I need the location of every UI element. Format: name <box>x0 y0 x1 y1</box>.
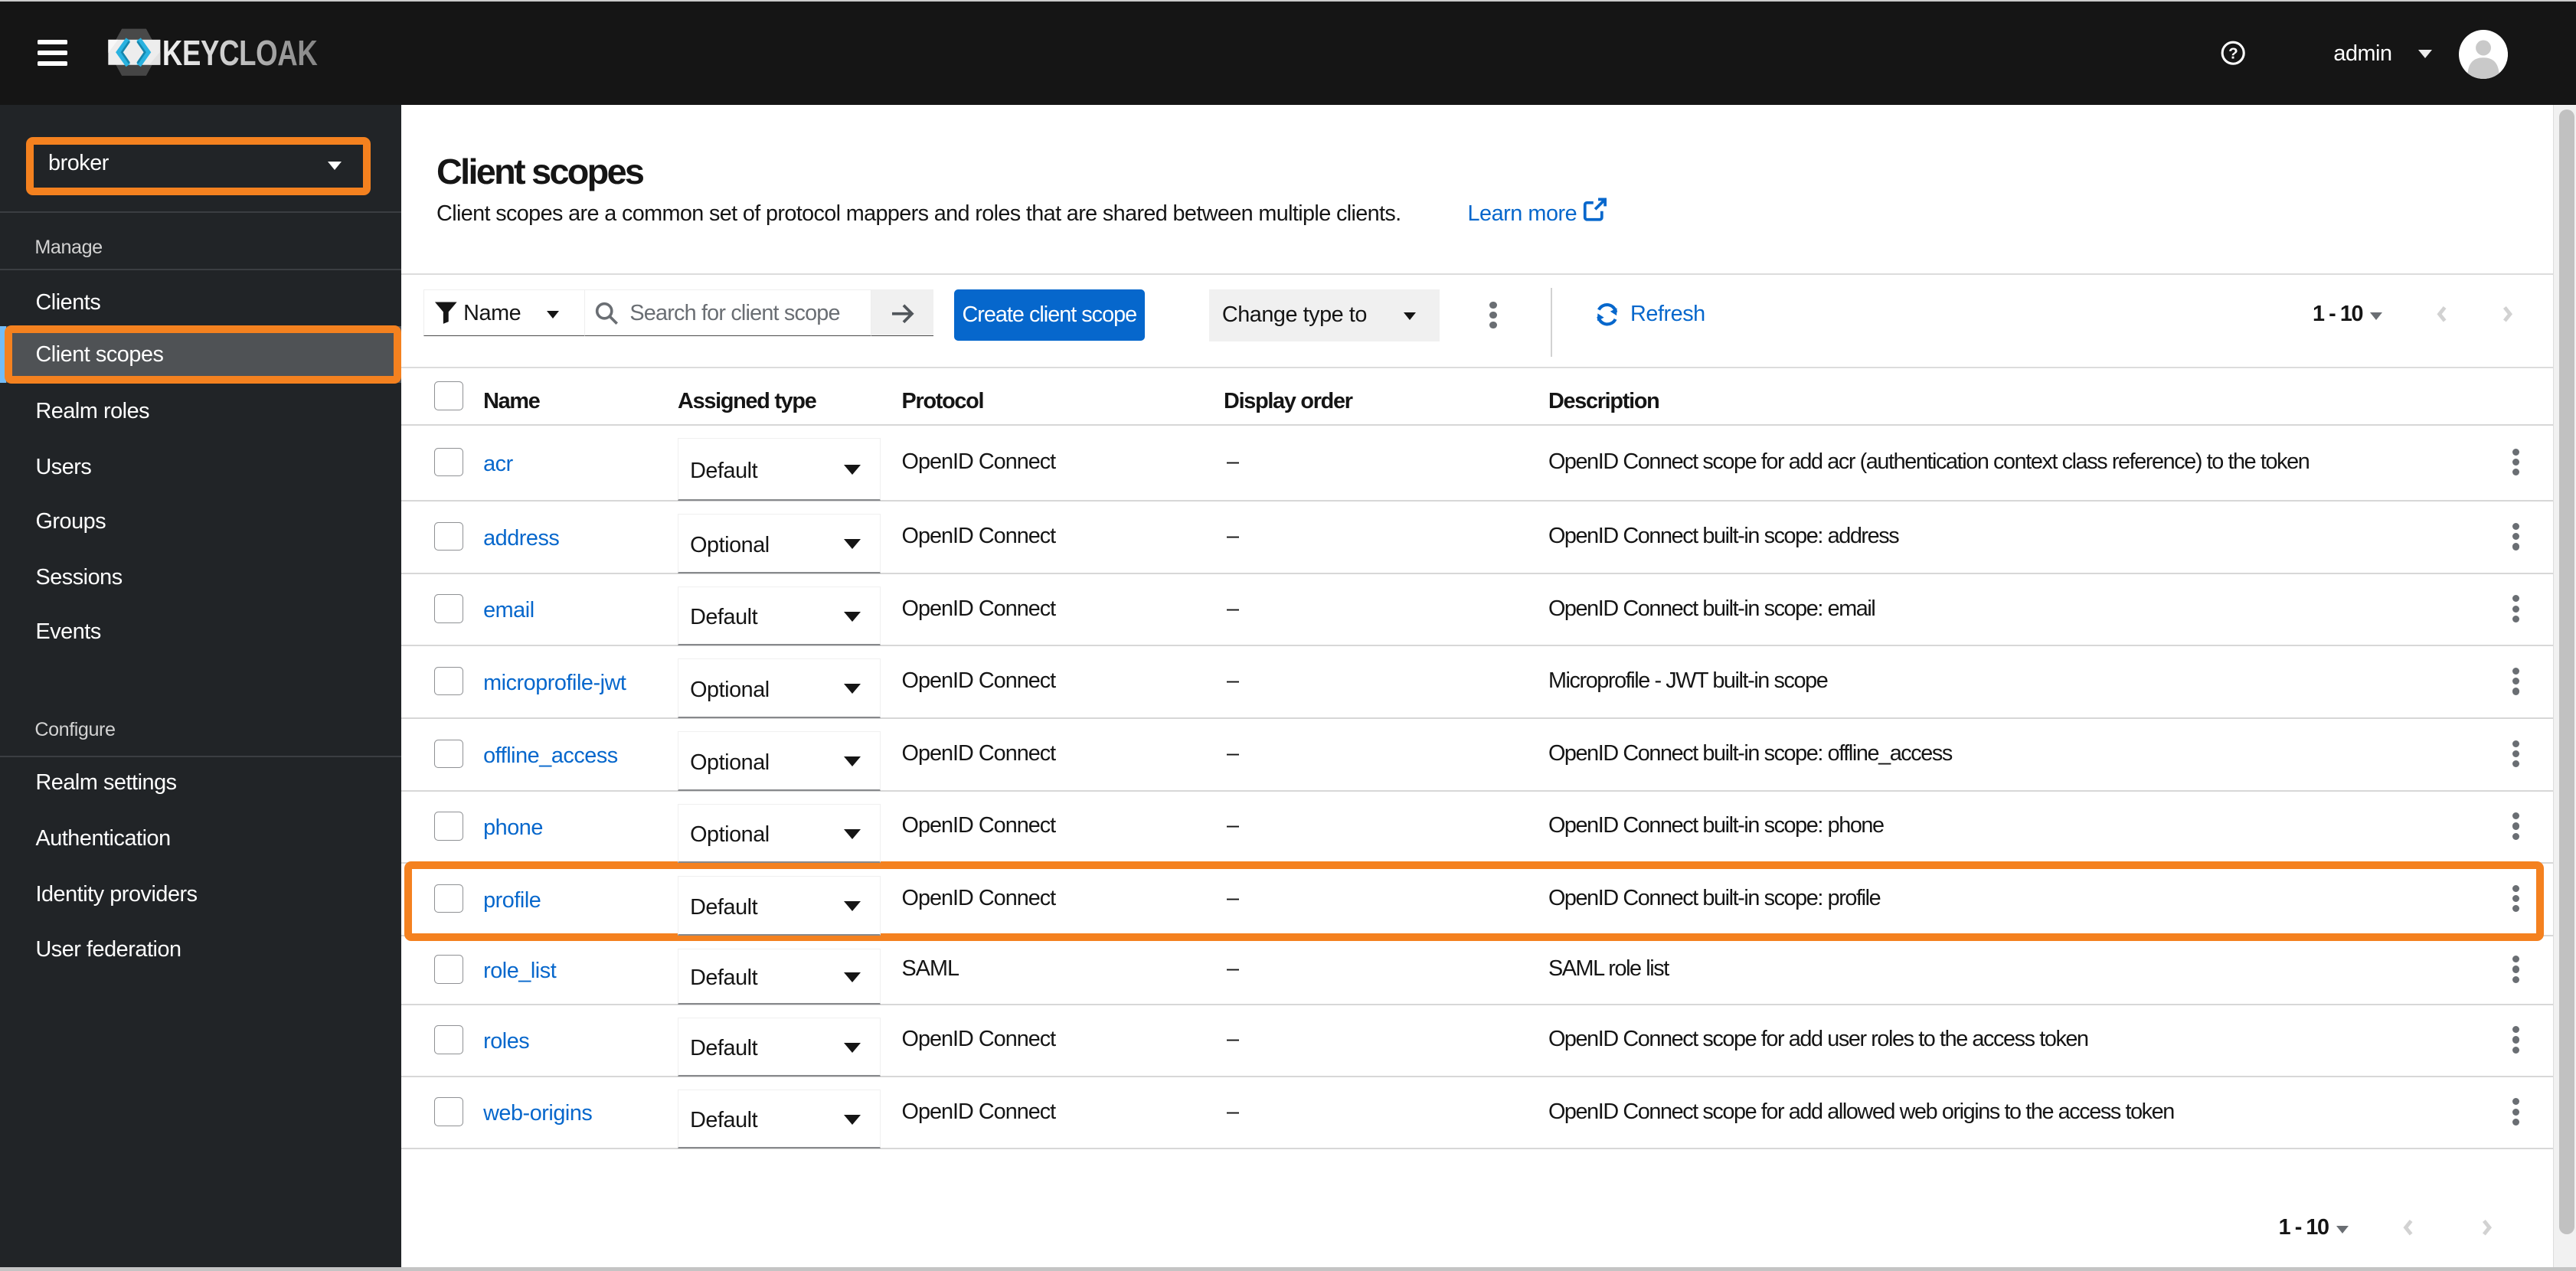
svg-text:?: ? <box>2228 44 2238 62</box>
svg-text:KEYCLOAK: KEYCLOAK <box>162 33 317 73</box>
